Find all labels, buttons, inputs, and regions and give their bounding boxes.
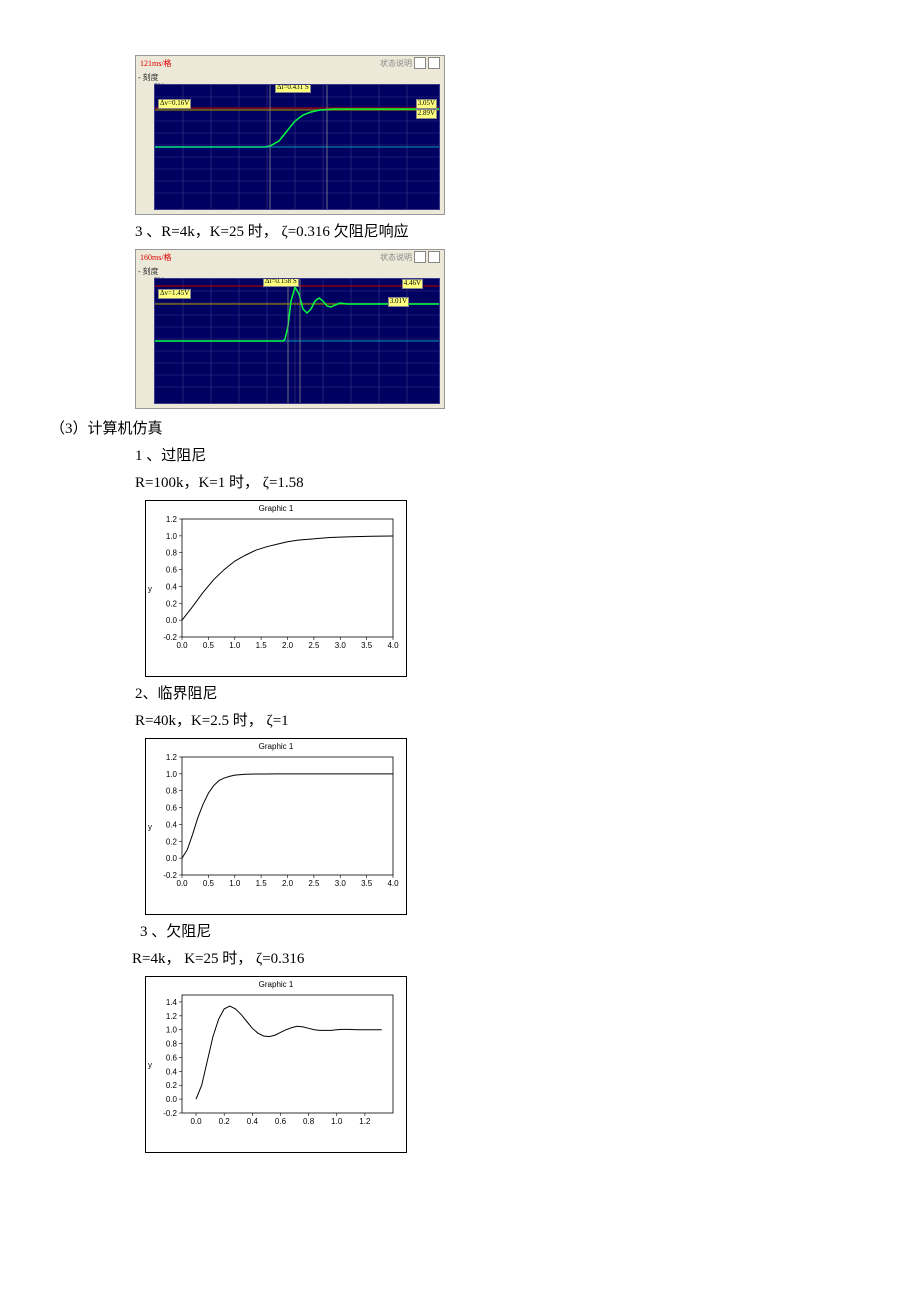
svg-text:2.5: 2.5 <box>308 879 320 888</box>
sim-chart-3: Graphic 1 y 0.0 0.2 0.4 0.6 0.8 1.0 1.2 -0.2 0.0… <box>145 976 407 1153</box>
svg-text:0.2: 0.2 <box>166 599 178 608</box>
scope-svg <box>155 85 439 209</box>
scope-titlebar: 160ms/格 状态说明 <box>136 250 444 264</box>
svg-text:4.0: 4.0 <box>387 641 399 650</box>
sim3-heading: 3 、欠阻尼 <box>140 920 860 944</box>
svg-text:1.0: 1.0 <box>166 770 178 779</box>
scope-btn-1[interactable] <box>414 251 426 263</box>
scope-btn-2[interactable] <box>428 57 440 69</box>
chart-plot-area: 0.00.51.01.52.02.53.03.54.0-0.20.00.20.4… <box>178 755 398 890</box>
sim2-params: R=40k，K=2.5 时， ζ=1 <box>135 709 860 733</box>
sim-chart-1: Graphic 1 y 0.0 0.5 1.0 1.5 2.0 2.5 3.0 3.5 4.0 -… <box>145 500 407 677</box>
chart-plot-area: 0.00.51.01.52.02.53.03.54.0-0.20.00.20.4… <box>178 517 398 652</box>
svg-text:0.5: 0.5 <box>203 879 215 888</box>
svg-text:0.6: 0.6 <box>166 566 178 575</box>
scope-status-text: 状态说明 <box>380 252 412 263</box>
svg-text:2.0: 2.0 <box>282 879 294 888</box>
svg-text:0.0: 0.0 <box>176 641 188 650</box>
svg-text:1.4: 1.4 <box>166 998 178 1007</box>
svg-text:1.0: 1.0 <box>229 641 241 650</box>
marker-dv: Δv=1.45V <box>158 289 191 299</box>
marker-dt: Δt=0.158 S <box>263 278 299 287</box>
chart-title: Graphic 1 <box>146 977 406 992</box>
sim1-heading: 1 、过阻尼 <box>135 444 860 468</box>
svg-text:0.0: 0.0 <box>166 616 178 625</box>
svg-text:0.0: 0.0 <box>166 1095 178 1104</box>
svg-text:1.5: 1.5 <box>256 641 268 650</box>
marker-v2: 2.89V <box>416 109 437 119</box>
svg-text:0.6: 0.6 <box>166 1053 178 1062</box>
svg-text:1.0: 1.0 <box>229 879 241 888</box>
svg-text:2.5: 2.5 <box>308 641 320 650</box>
scope-toolbar: 状态说明 <box>380 251 440 263</box>
chart-title: Graphic 1 <box>146 739 406 754</box>
svg-text:1.0: 1.0 <box>166 532 178 541</box>
scope-btn-2[interactable] <box>428 251 440 263</box>
svg-text:0.8: 0.8 <box>166 787 178 796</box>
timebase-label: 160ms/格 <box>140 252 172 263</box>
svg-text:0.0: 0.0 <box>191 1117 203 1126</box>
svg-text:0.8: 0.8 <box>166 1040 178 1049</box>
scope-toolbar: 状态说明 <box>380 57 440 69</box>
svg-text:1.2: 1.2 <box>166 753 178 762</box>
svg-text:0.0: 0.0 <box>176 879 188 888</box>
sim1-params: R=100k，K=1 时， ζ=1.58 <box>135 471 860 495</box>
marker-dt: Δt=0.431 S <box>275 84 311 93</box>
y-axis-label: y <box>148 584 152 593</box>
svg-text:0.4: 0.4 <box>166 820 178 829</box>
svg-text:1.5: 1.5 <box>256 879 268 888</box>
svg-text:0.6: 0.6 <box>275 1117 287 1126</box>
sim2-heading: 2、临界阻尼 <box>135 682 860 706</box>
svg-text:0.4: 0.4 <box>166 582 178 591</box>
svg-text:0.5: 0.5 <box>203 641 215 650</box>
svg-text:0.2: 0.2 <box>166 1081 178 1090</box>
svg-text:1.2: 1.2 <box>359 1117 371 1126</box>
scope-grid: Δt=0.158 S Δv=1.45V 4.46V 3.01V <box>154 278 440 404</box>
svg-text:2.0: 2.0 <box>282 641 294 650</box>
chart-title: Graphic 1 <box>146 501 406 516</box>
scope-grid: Δt=0.431 S Δv=0.16V 3.05V 2.89V <box>154 84 440 210</box>
svg-text:-0.2: -0.2 <box>163 1109 177 1118</box>
scope-titlebar: 121ms/格 状态说明 <box>136 56 444 70</box>
svg-text:3.5: 3.5 <box>361 879 373 888</box>
svg-text:0.4: 0.4 <box>247 1117 259 1126</box>
svg-text:0.8: 0.8 <box>303 1117 315 1126</box>
section-3-heading: （3）计算机仿真 <box>50 417 860 441</box>
svg-text:1.0: 1.0 <box>166 1026 178 1035</box>
oscilloscope-2: 160ms/格 状态说明 - 刻度 5V 0V -5V <box>135 249 445 409</box>
chart-plot-area: 0.00.20.40.60.81.01.2-0.20.00.20.40.60.8… <box>178 993 398 1128</box>
svg-text:0.0: 0.0 <box>166 854 178 863</box>
y-axis-label: y <box>148 822 152 831</box>
svg-text:-0.2: -0.2 <box>163 871 177 880</box>
svg-text:-0.2: -0.2 <box>163 633 177 642</box>
scope-status-text: 状态说明 <box>380 58 412 69</box>
marker-dv: Δv=0.16V <box>158 99 191 109</box>
y-axis-label: y <box>148 1060 152 1069</box>
sim3-params: R=4k， K=25 时， ζ=0.316 <box>132 947 860 971</box>
sim-chart-2: Graphic 1 y 0.0 0.5 1.0 1.5 2.0 2.5 3.0 3.5 4.0 -… <box>145 738 407 915</box>
svg-text:0.8: 0.8 <box>166 549 178 558</box>
svg-text:4.0: 4.0 <box>387 879 399 888</box>
svg-text:1.2: 1.2 <box>166 515 178 524</box>
marker-v1: 4.46V <box>402 279 423 289</box>
marker-v2: 3.01V <box>388 297 409 307</box>
oscilloscope-1: 121ms/格 状态说明 - 刻度 5V 0V -5V <box>135 55 445 215</box>
svg-text:1.0: 1.0 <box>331 1117 343 1126</box>
marker-v1: 3.05V <box>416 99 437 109</box>
svg-text:3.0: 3.0 <box>335 641 347 650</box>
svg-text:0.6: 0.6 <box>166 804 178 813</box>
svg-text:1.2: 1.2 <box>166 1012 178 1021</box>
svg-text:0.2: 0.2 <box>166 837 178 846</box>
svg-text:0.2: 0.2 <box>219 1117 231 1126</box>
scope1-caption: 3 、R=4k，K=25 时， ζ=0.316 欠阻尼响应 <box>135 220 860 244</box>
svg-text:3.0: 3.0 <box>335 879 347 888</box>
svg-text:0.4: 0.4 <box>166 1067 178 1076</box>
svg-text:3.5: 3.5 <box>361 641 373 650</box>
scope-btn-1[interactable] <box>414 57 426 69</box>
timebase-label: 121ms/格 <box>140 58 172 69</box>
